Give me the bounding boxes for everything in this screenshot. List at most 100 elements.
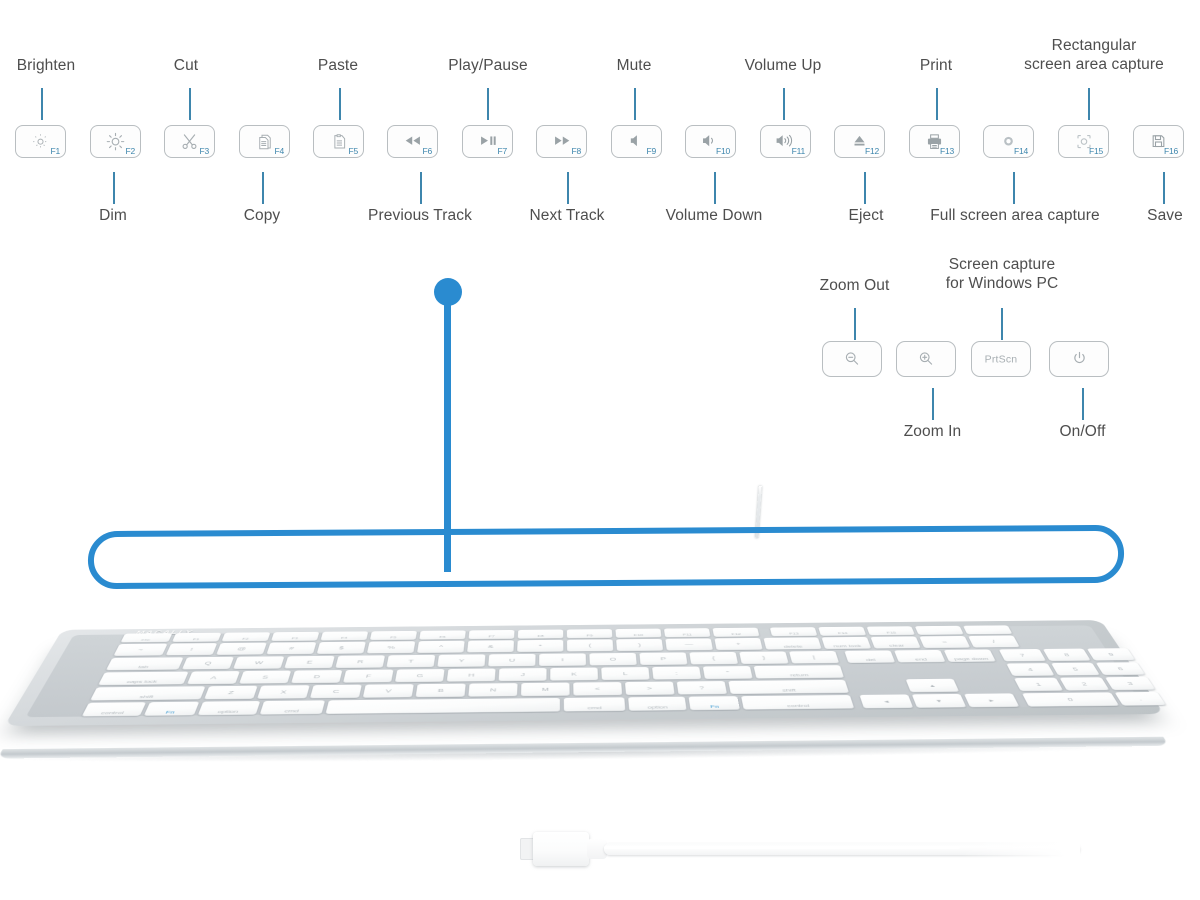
function-key-f7[interactable]: F7 [462,125,513,158]
key-4[interactable]: $ [316,641,366,655]
function-key-f16[interactable]: F16 [1133,125,1184,158]
key-arrow-up[interactable]: ▴ [905,678,960,693]
function-key-f5[interactable]: F5 [313,125,364,158]
key-f14[interactable]: F14 [818,626,867,636]
utility-key-power[interactable] [1049,341,1109,377]
key-numpad-divide[interactable]: / [968,635,1020,648]
key-arrow-down[interactable]: ▾ [911,693,967,708]
key-numpad-7[interactable]: 7 [998,648,1047,662]
key-bracket-left[interactable]: { [689,651,739,665]
key-n[interactable]: N [468,683,518,697]
key-p[interactable]: P [639,652,688,666]
key-3[interactable]: # [266,642,317,655]
utility-key-prtscn[interactable]: PrtScn [971,341,1031,377]
key-page-down[interactable]: page down [943,649,996,663]
key-semicolon[interactable]: : [652,666,702,680]
key-numpad-9[interactable]: 9 [1086,648,1136,661]
key-o[interactable]: O [589,652,637,666]
key-d[interactable]: D [291,670,343,684]
key-f12[interactable]: F12 [712,627,760,638]
key-f10[interactable]: F10 [615,628,662,638]
function-key-f2[interactable]: F2 [90,125,141,158]
key-b[interactable]: B [415,683,466,698]
key-f[interactable]: F [343,669,394,683]
key-s[interactable]: S [239,670,292,684]
key-f6[interactable]: F6 [419,630,466,640]
key-clear[interactable]: clear [870,636,921,649]
key-numpad-8[interactable]: 8 [1042,648,1091,662]
key-return[interactable]: return [753,665,845,679]
key-fn-left[interactable]: Fn [143,701,200,716]
key-1[interactable]: ! [165,643,218,656]
key-power[interactable] [962,625,1013,635]
function-key-f3[interactable]: F3 [164,125,215,158]
key-numpad-equal[interactable]: = [919,635,971,649]
utility-key-zoom-out[interactable] [822,341,882,377]
key-u[interactable]: U [488,653,536,667]
key-h[interactable]: H [446,668,496,682]
function-key-f12[interactable]: F12 [834,125,885,158]
key-quote[interactable]: " [702,666,753,680]
function-key-f9[interactable]: F9 [611,125,662,158]
key-5[interactable]: % [366,641,416,654]
key-numpad-4[interactable]: 4 [1006,663,1055,677]
key-command-left[interactable]: cmd [259,700,326,715]
function-key-f10[interactable]: F10 [685,125,736,158]
key-f5[interactable]: F5 [369,630,418,641]
key-esc[interactable]: esc [120,633,173,643]
key-x[interactable]: X [257,685,310,699]
key-a[interactable]: A [186,671,240,685]
key-backslash[interactable]: | [789,650,840,664]
function-key-f8[interactable]: F8 [536,125,587,158]
key-c[interactable]: C [309,684,362,699]
key-numpad-1[interactable]: 1 [1013,677,1064,692]
key-q[interactable]: Q [181,656,234,670]
key-equal[interactable]: + [714,637,763,651]
key-f11[interactable]: F11 [663,628,711,638]
key-f9[interactable]: F9 [566,629,613,639]
function-key-f1[interactable]: F1 [15,125,66,158]
key-end[interactable]: end [894,649,946,663]
key-slash[interactable]: ? [676,681,728,695]
utility-key-zoom-in[interactable] [896,341,956,377]
key-r[interactable]: R [335,655,386,669]
key-control-right[interactable]: control [741,695,855,710]
key-numpad-6[interactable]: 6 [1095,662,1146,676]
key-e[interactable]: E [284,655,335,669]
key-numpad-5[interactable]: 5 [1051,662,1100,676]
key-control-left[interactable]: control [81,702,147,717]
key-minus[interactable]: — [665,638,713,651]
key-command-right[interactable]: cmd [563,697,626,712]
function-key-f4[interactable]: F4 [239,125,290,158]
key-j[interactable]: J [498,668,547,682]
function-key-f11[interactable]: F11 [760,125,811,158]
key-f15[interactable]: F15 [866,626,916,636]
key-0[interactable]: ) [616,638,664,652]
key-option-left[interactable]: option [197,701,261,716]
key-f16[interactable] [914,625,964,636]
key-numpad-0[interactable]: 0 [1021,692,1120,707]
key-caps-lock[interactable]: caps lock [98,671,189,686]
key-bracket-right[interactable]: } [739,651,789,665]
key-forward-delete[interactable]: del [844,650,896,664]
key-f8[interactable]: F8 [517,629,564,639]
key-8[interactable]: * [517,639,564,653]
key-numpad-3[interactable]: 3 [1104,676,1156,691]
key-w[interactable]: W [233,656,285,670]
key-l[interactable]: L [601,667,650,681]
key-f4[interactable]: F4 [320,631,369,641]
key-2[interactable]: @ [216,642,267,656]
key-period[interactable]: > [624,681,675,696]
key-f13[interactable]: F13 [769,627,818,637]
key-i[interactable]: I [539,653,587,667]
key-v[interactable]: V [362,684,414,698]
key-6[interactable]: ^ [416,640,465,654]
key-fn-right[interactable]: Fn [688,696,740,711]
key-t[interactable]: T [386,654,436,668]
key-f3[interactable]: F3 [270,631,320,642]
function-key-f6[interactable]: F6 [387,125,438,158]
key-option-right[interactable]: option [628,696,687,711]
key-f1[interactable]: F1 [171,632,222,643]
key-9[interactable]: ( [566,639,614,652]
key-m[interactable]: M [520,682,570,697]
